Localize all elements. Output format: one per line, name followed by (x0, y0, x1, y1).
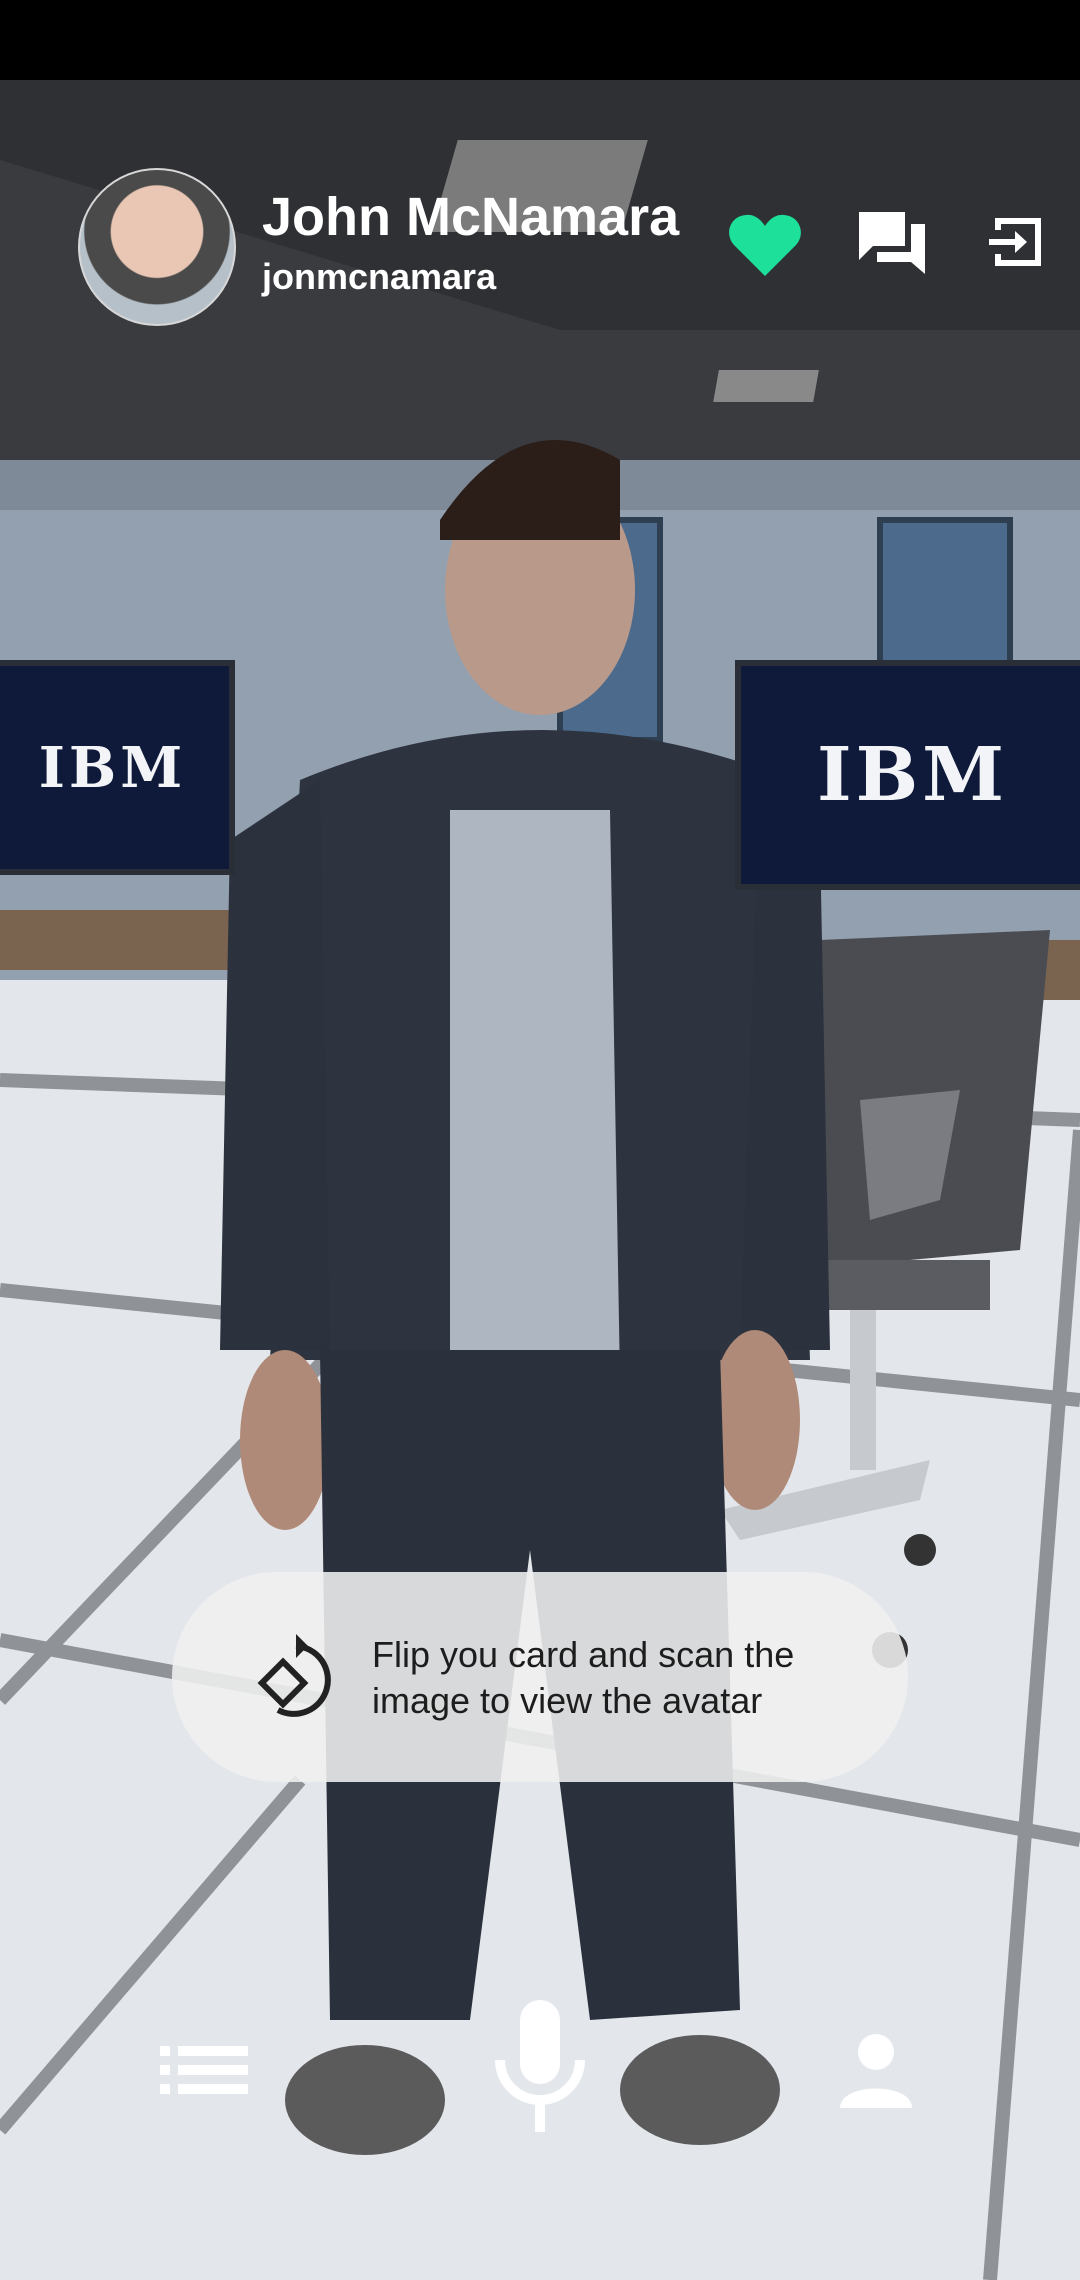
ar-screen: IBM IBM John McNamara jonmcnamara Flip y… (0, 0, 1080, 2280)
ibm-monitor-left: IBM (0, 660, 235, 875)
avatar[interactable] (78, 168, 236, 326)
toast-message: Flip you card and scan the image to view… (372, 1634, 795, 1721)
heart-icon[interactable] (728, 212, 802, 278)
office-background (0, 80, 1080, 2280)
monitor-label: IBM (38, 734, 187, 801)
list-icon[interactable] (160, 2040, 248, 2100)
status-bar (0, 0, 1080, 80)
ibm-monitor-right: IBM (735, 660, 1080, 890)
avatar-scene: IBM IBM (0, 80, 1080, 2280)
user-name: John McNamara (262, 187, 680, 247)
profile-header: John McNamara jonmcnamara (0, 160, 1080, 330)
monitor-label: IBM (816, 732, 1009, 818)
flip-rotate-icon (257, 1634, 331, 1717)
microphone-icon[interactable] (492, 2000, 588, 2132)
logout-icon[interactable] (985, 212, 1047, 272)
scan-instruction-toast: Flip you card and scan the image to view… (172, 1572, 908, 1782)
person-icon[interactable] (838, 2032, 914, 2108)
user-handle: jonmcnamara (262, 256, 497, 297)
chat-icon[interactable] (855, 208, 929, 276)
